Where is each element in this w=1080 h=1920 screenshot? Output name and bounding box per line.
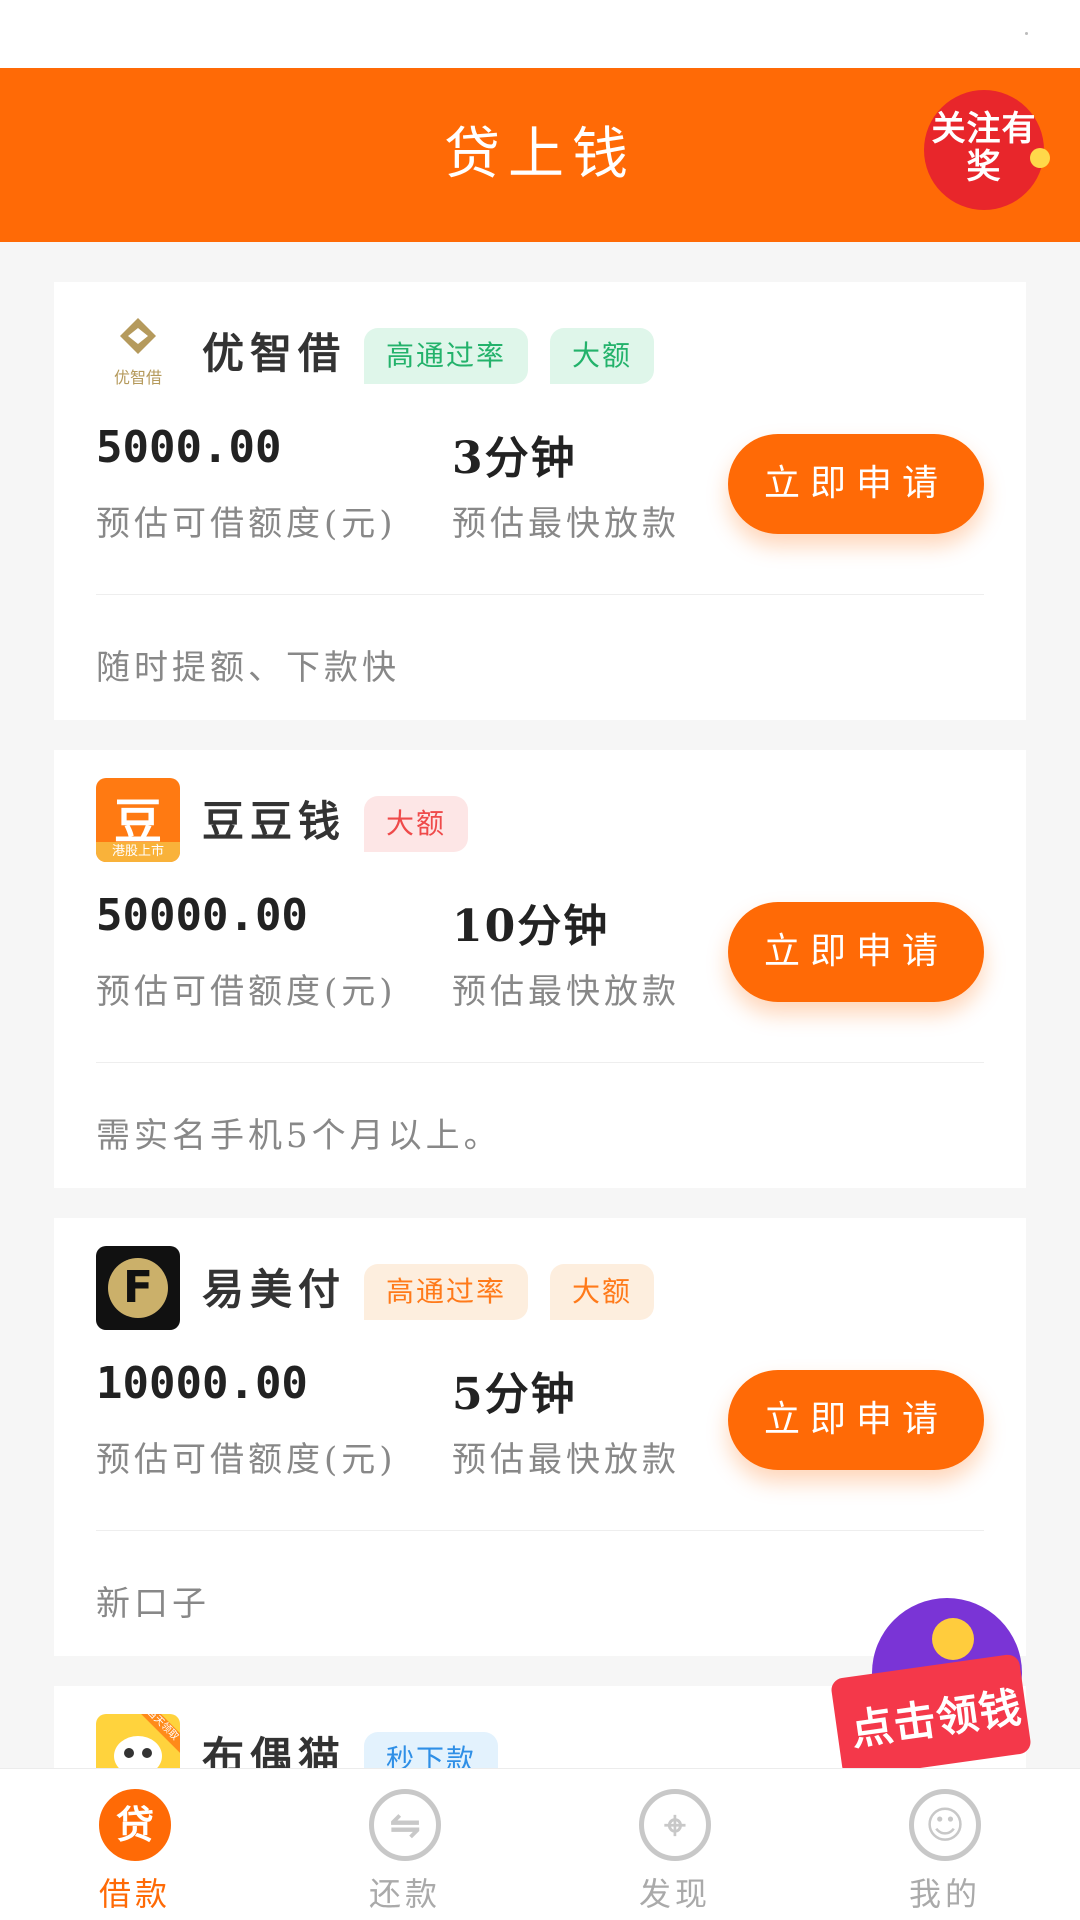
loan-amount: 50000.00 <box>96 890 308 941</box>
divider <box>96 1062 984 1063</box>
loan-amount: 10000.00 <box>96 1358 308 1409</box>
youzhijie-logo-icon: 优智借 <box>96 310 180 394</box>
apply-button[interactable]: 立即申请 <box>728 1370 984 1470</box>
payout-time: 3分钟 <box>452 433 577 484</box>
page-title: 贷上钱 <box>444 122 636 187</box>
app-header: 贷上钱 关注有奖 <box>0 68 1080 242</box>
amount-label: 预估可借额度(元) <box>96 1440 397 1480</box>
tab-label: 还款 <box>368 1875 441 1913</box>
loan-list: 优智借 优智借 高通过率 大额 5000.00 预估可借额度(元) 3分钟 预估… <box>54 282 1026 1806</box>
bottom-tab-bar: 贷 借款 ⇋ 还款 ⌖ 发现 ☺ 我的 <box>0 1768 1080 1920</box>
follow-reward-badge[interactable]: 关注有奖 <box>924 90 1050 210</box>
product-name: 优智借 <box>202 329 347 378</box>
yimeifu-logo-icon: F <box>96 1246 180 1330</box>
floating-gift-promo[interactable]: 点击领钱 <box>829 1598 1046 1779</box>
gift-label: 点击领钱 <box>847 1682 1026 1756</box>
tab-label: 我的 <box>908 1875 981 1913</box>
doudouqian-logo-icon: 豆 港股上市 <box>96 778 180 862</box>
yimeifu-logo-glyph: F <box>122 1262 154 1313</box>
user-icon: ☺ <box>909 1789 981 1861</box>
tab-label: 借款 <box>98 1875 171 1913</box>
cat-eye-right-icon <box>142 1748 152 1758</box>
compass-icon: ⌖ <box>639 1789 711 1861</box>
gift-ribbon: 点击领钱 <box>829 1653 1033 1779</box>
tag-large-amount: 大额 <box>550 328 655 384</box>
product-name: 豆豆钱 <box>202 797 347 846</box>
tab-me[interactable]: ☺ 我的 <box>810 1769 1080 1920</box>
tag-large-amount: 大额 <box>364 796 469 852</box>
loan-amount: 5000.00 <box>96 422 282 473</box>
cat-eye-left-icon <box>124 1748 134 1758</box>
product-description: 随时提额、下款快 <box>96 648 400 688</box>
status-dot <box>1025 32 1028 35</box>
tab-repay[interactable]: ⇋ 还款 <box>270 1769 540 1920</box>
product-name: 易美付 <box>202 1265 347 1314</box>
tag-large-amount: 大额 <box>550 1264 655 1320</box>
product-description: 需实名手机5个月以上。 <box>96 1116 502 1156</box>
tag-group: 大额 <box>364 796 469 852</box>
tag-group: 高通过率 大额 <box>364 1264 655 1320</box>
loan-icon: 贷 <box>99 1789 171 1861</box>
time-label: 预估最快放款 <box>452 1440 680 1480</box>
youzhijie-logo-text: 优智借 <box>113 368 162 387</box>
divider <box>96 594 984 595</box>
time-label: 预估最快放款 <box>452 504 680 544</box>
tag-group: 高通过率 大额 <box>364 328 655 384</box>
time-label: 预估最快放款 <box>452 972 680 1012</box>
tab-discover[interactable]: ⌖ 发现 <box>540 1769 810 1920</box>
status-bar <box>0 0 1080 68</box>
tab-label: 发现 <box>638 1875 711 1913</box>
tag-high-pass-rate: 高通过率 <box>364 328 529 384</box>
loan-card-yimeifu[interactable]: F 易美付 高通过率 大额 10000.00 预估可借额度(元) 5分钟 预估最… <box>54 1218 1026 1656</box>
amount-label: 预估可借额度(元) <box>96 972 397 1012</box>
follow-reward-text: 关注有奖 <box>931 109 1037 187</box>
divider <box>96 1530 984 1531</box>
product-description: 新口子 <box>96 1584 210 1624</box>
apply-button[interactable]: 立即申请 <box>728 902 984 1002</box>
loan-card-doudouqian[interactable]: 豆 港股上市 豆豆钱 大额 50000.00 预估可借额度(元) 10分钟 预估… <box>54 750 1026 1188</box>
loan-card-youzhijie[interactable]: 优智借 优智借 高通过率 大额 5000.00 预估可借额度(元) 3分钟 预估… <box>54 282 1026 720</box>
tab-loan[interactable]: 贷 借款 <box>0 1769 270 1920</box>
badge-ball-icon <box>1030 148 1050 168</box>
payout-time: 10分钟 <box>452 901 610 952</box>
tag-high-pass-rate: 高通过率 <box>364 1264 529 1320</box>
gift-coin-icon <box>932 1618 974 1660</box>
amount-label: 预估可借额度(元) <box>96 504 397 544</box>
repay-icon: ⇋ <box>369 1789 441 1861</box>
apply-button[interactable]: 立即申请 <box>728 434 984 534</box>
payout-time: 5分钟 <box>452 1369 577 1420</box>
doudouqian-logo-sub: 港股上市 <box>96 842 180 862</box>
